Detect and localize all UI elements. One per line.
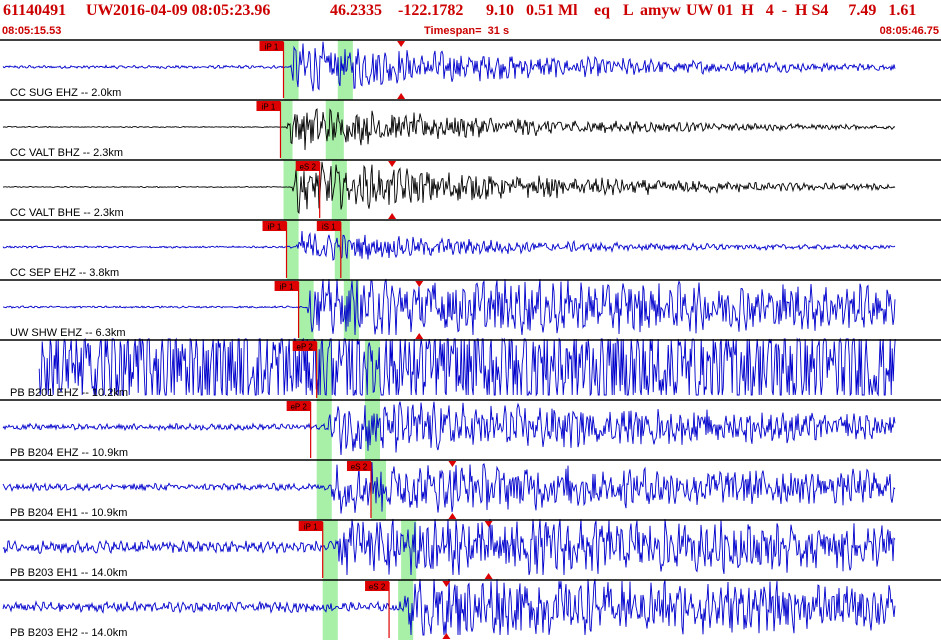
phase-pick-label: eS 2 bbox=[299, 163, 316, 172]
phase-pick-label: eS 2 bbox=[369, 583, 386, 592]
waveform-trace bbox=[2, 518, 896, 576]
waveform-trace bbox=[3, 278, 896, 336]
arrival-marker-top bbox=[448, 461, 457, 467]
phase-pick-label: eS 2 bbox=[351, 463, 368, 472]
phase-pick-label: eP 2 bbox=[297, 343, 314, 352]
phase-pick-label: eP 2 bbox=[290, 403, 307, 412]
waveform-trace bbox=[2, 41, 896, 92]
waveform-trace bbox=[2, 230, 896, 261]
station-label: PB B204 EH1 -- 10.9km bbox=[10, 507, 127, 519]
window-highlight bbox=[316, 460, 332, 520]
arrival-marker-bottom bbox=[448, 513, 457, 519]
station-label: PB B201 EHZ -- 10.2km bbox=[10, 387, 128, 399]
window-highlight bbox=[322, 520, 338, 580]
arrival-marker-bottom bbox=[388, 213, 397, 219]
station-label: CC VALT BHZ -- 2.3km bbox=[10, 147, 123, 159]
waveform-trace bbox=[38, 337, 896, 397]
phase-pick-label: iS 1 bbox=[322, 223, 336, 232]
station-label: UW SHW EHZ -- 6.3km bbox=[10, 327, 126, 339]
station-label: PB B203 EH1 -- 14.0km bbox=[10, 567, 127, 579]
window-highlight bbox=[298, 280, 314, 340]
phase-pick-label: iP 1 bbox=[280, 283, 294, 292]
phase-pick-label: iP 1 bbox=[265, 43, 279, 52]
arrival-marker-bottom bbox=[397, 93, 406, 99]
station-label: PB B203 EH2 -- 14.0km bbox=[10, 627, 127, 639]
station-label: CC SUG EHZ -- 2.0km bbox=[10, 87, 121, 99]
station-label: CC SEP EHZ -- 3.8km bbox=[10, 267, 119, 279]
window-highlight bbox=[316, 400, 332, 460]
arrival-marker-top bbox=[415, 281, 424, 287]
station-label: CC VALT BHE -- 2.3km bbox=[10, 207, 124, 219]
window-highlight bbox=[337, 40, 353, 100]
waveform-trace bbox=[2, 578, 896, 636]
phase-pick-label: iP 1 bbox=[262, 103, 276, 112]
seismogram-plot: iP 1 CC SUG EHZ -- 2.0km iP 1 CC VALT BHZ -… bbox=[0, 39, 941, 640]
arrival-marker-top bbox=[397, 41, 406, 47]
waveform-trace bbox=[2, 108, 896, 151]
arrival-marker-bottom bbox=[484, 573, 493, 579]
waveform-trace bbox=[2, 462, 896, 514]
waveform-trace bbox=[2, 401, 896, 456]
arrival-marker-top bbox=[484, 521, 493, 527]
station-label: PB B204 EHZ -- 10.9km bbox=[10, 447, 128, 459]
window-highlight bbox=[286, 220, 299, 280]
arrival-marker-bottom bbox=[415, 333, 424, 339]
waveform-trace bbox=[2, 161, 896, 214]
phase-pick-label: iP 1 bbox=[268, 223, 282, 232]
phase-pick-label: iP 1 bbox=[304, 523, 318, 532]
arrival-marker-top bbox=[388, 161, 397, 167]
